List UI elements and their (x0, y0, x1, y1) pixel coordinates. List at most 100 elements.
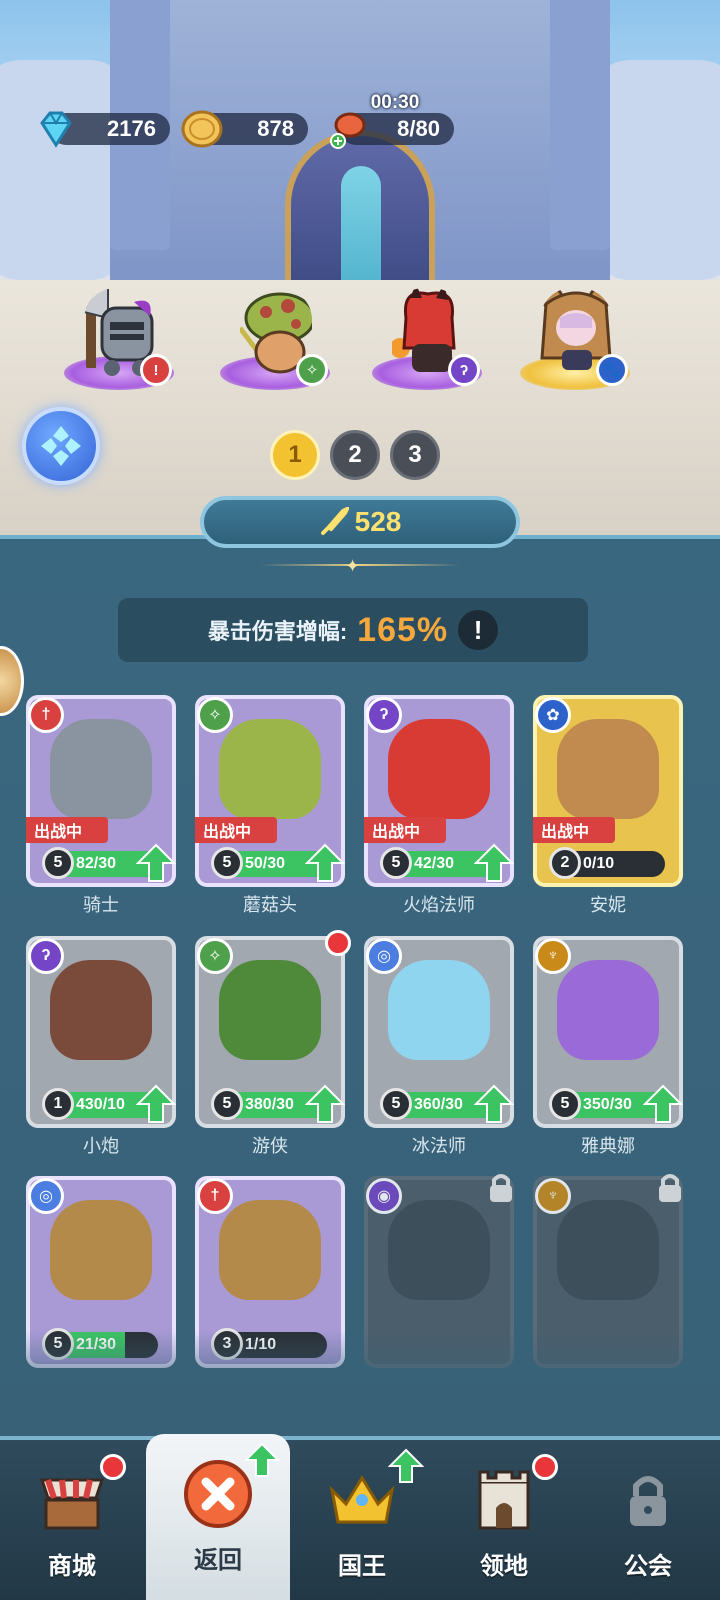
staff-icon: ʔ (28, 938, 64, 974)
wings-icon: ♆ (535, 1178, 571, 1214)
shard-progress-text: 360/30 (414, 1096, 463, 1113)
team-power-value: 528 (354, 506, 402, 537)
sword-icon: † (28, 697, 64, 733)
coin-value: 878 (257, 116, 294, 141)
meat-icon (330, 112, 366, 149)
hero-name: 雅典娜 (581, 1136, 635, 1156)
team-page-2[interactable]: 2 (330, 430, 380, 480)
gem-value: 2176 (107, 116, 156, 141)
nav-back[interactable]: 返回 (146, 1434, 290, 1600)
notification-dot (325, 930, 351, 956)
hero-portrait (219, 1200, 321, 1300)
hero-portrait (557, 719, 659, 819)
shard-progress-text: 50/30 (245, 855, 286, 872)
field-hero-annie[interactable]: 🐾 (520, 250, 630, 390)
hero-portrait (50, 719, 152, 819)
paw-class-icon: 🐾 (596, 354, 628, 386)
upgrade-arrow-icon (474, 1084, 514, 1123)
nav-shop-label: 商城 (48, 1553, 96, 1580)
paw-icon: ✿ (535, 697, 571, 733)
sword-power-icon (320, 507, 349, 535)
diamond-icon (40, 111, 72, 148)
wings-icon: ♆ (535, 938, 571, 974)
hero-portrait (50, 960, 152, 1060)
hero-name: 小炮 (83, 1136, 119, 1156)
hero-card[interactable]: ◎ 360/30 5 (364, 936, 514, 1128)
team-page-selector: 1 2 3 (270, 430, 440, 480)
food-counter[interactable]: 8/80 (330, 112, 454, 149)
shard-progress-text: 350/30 (583, 1096, 632, 1113)
hero-name: 冰法师 (412, 1136, 466, 1156)
upgrade-arrow-icon (305, 843, 345, 882)
hero-portrait (219, 960, 321, 1060)
hero-level: 5 (211, 1088, 243, 1120)
upgrade-arrow-icon (643, 1084, 683, 1123)
constellation-icon: ✧ (197, 697, 233, 733)
hero-portrait (388, 1200, 490, 1300)
food-value: 8/80 (397, 116, 440, 141)
hero-level: 5 (380, 1088, 412, 1120)
deployed-tag: 出战中 (533, 817, 615, 843)
hero-card[interactable]: ✧ 380/30 5 (195, 930, 351, 1128)
coin-counter[interactable]: 878 (181, 110, 308, 148)
nav-territory[interactable]: 领地 (432, 1440, 576, 1600)
shard-progress-text: 0/10 (583, 855, 615, 872)
crit-info-button[interactable]: ! (458, 610, 499, 650)
hero-level: 1 (42, 1088, 74, 1120)
shard-progress-text: 380/30 (245, 1096, 294, 1113)
shard-progress-text: 430/10 (76, 1096, 125, 1113)
upgrade-arrow-icon (388, 1448, 424, 1483)
field-hero-knight[interactable]: ! (64, 250, 174, 390)
field-hero-mushroom[interactable]: ✧ (220, 250, 330, 390)
deployed-tag: 出战中 (26, 817, 108, 843)
hero-portrait (557, 960, 659, 1060)
deployed-tag: 出战中 (195, 817, 277, 843)
lock-icon (630, 1476, 666, 1526)
hero-card[interactable]: ✿ 出战中 0/10 2 (533, 695, 683, 887)
hero-name: 游侠 (252, 1136, 288, 1156)
gamepad-button[interactable] (22, 407, 100, 485)
gem-counter[interactable]: 2176 (40, 111, 170, 148)
shop-notification-dot (100, 1454, 126, 1480)
nav-king-label: 国王 (338, 1553, 386, 1580)
eye-icon: ◉ (366, 1178, 402, 1214)
hero-card[interactable]: ♆ 350/30 5 (533, 936, 683, 1128)
upgrade-arrow-icon (136, 843, 176, 882)
hero-card[interactable]: ʔ 出战中 42/30 5 (364, 695, 514, 887)
nav-king[interactable]: 国王 (290, 1440, 434, 1600)
dpad-icon (41, 426, 81, 466)
hero-portrait (50, 1200, 152, 1300)
hero-card[interactable]: † 出战中 82/30 5 (26, 695, 176, 887)
team-page-1[interactable]: 1 (270, 430, 320, 480)
crit-damage-label: 暴击伤害增幅: (207, 619, 348, 644)
lock-icon (490, 1174, 512, 1202)
hero-level: 5 (380, 847, 412, 879)
upgrade-arrow-icon (474, 843, 514, 882)
hero-portrait (388, 719, 490, 819)
hero-card[interactable]: ✧ 出战中 50/30 5 (195, 695, 345, 887)
nav-back-label: 返回 (194, 1547, 242, 1574)
deployed-tag: 出战中 (364, 817, 446, 843)
hero-name: 蘑菇头 (243, 895, 297, 915)
lock-icon (659, 1174, 681, 1202)
field-hero-fire-mage[interactable]: ʔ (372, 250, 482, 390)
team-page-3[interactable]: 3 (390, 430, 440, 480)
staff-class-icon: ʔ (448, 354, 480, 386)
bottom-nav: 商城 返回 国王 领地 公会 (0, 1434, 720, 1600)
hero-name: 火焰法师 (403, 895, 475, 915)
upgrade-arrow-icon (244, 1442, 280, 1477)
nav-guild[interactable]: 公会 (576, 1440, 720, 1600)
hero-level: 2 (549, 847, 581, 879)
territory-notification-dot (532, 1454, 558, 1480)
warrior-class-icon: ! (140, 354, 172, 386)
constellation-class-icon: ✧ (296, 354, 328, 386)
nav-shop[interactable]: 商城 (0, 1440, 144, 1600)
sword-icon: † (197, 1178, 233, 1214)
team-power-badge: 528 (200, 496, 520, 548)
hero-card[interactable]: ʔ 430/10 1 (26, 936, 176, 1128)
shard-progress-text: 42/30 (414, 855, 455, 872)
swirl-icon: ◎ (366, 938, 402, 974)
constellation-icon: ✧ (197, 938, 233, 974)
hero-name: 骑士 (83, 895, 119, 915)
upgrade-arrow-icon (136, 1084, 176, 1123)
